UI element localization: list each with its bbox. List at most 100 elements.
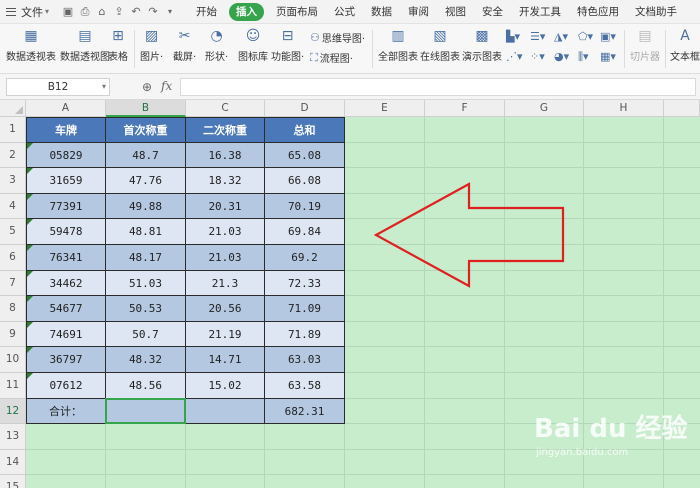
tab-developer[interactable]: 开发工具	[511, 3, 569, 21]
demo-charts-button[interactable]: ▩ 演示图表	[462, 28, 502, 63]
online-charts-button[interactable]: ▧ 在线图表	[420, 28, 460, 63]
table-cell-sum[interactable]: 66.08	[265, 168, 345, 194]
row-header-5[interactable]: 5	[0, 219, 26, 245]
row-header-4[interactable]: 4	[0, 193, 26, 220]
shapes-button[interactable]: ◔ 形状·	[205, 28, 228, 63]
table-cell-sum[interactable]: 72.33	[265, 270, 345, 297]
table-cell-first-weight[interactable]: 50.7	[106, 321, 186, 348]
screenshot-button[interactable]: ✂ 截屏·	[173, 28, 196, 63]
table-cell-sum[interactable]: 63.58	[265, 373, 345, 399]
file-menu[interactable]: 文件 ▾	[0, 4, 58, 20]
bar-chart-button[interactable]: ☰▾	[530, 30, 545, 43]
table-cell-first-weight[interactable]: 48.56	[106, 373, 186, 399]
icon-library-button[interactable]: ☺ 图标库	[238, 28, 268, 63]
pivot-table-button[interactable]: ▦ 数据透视表	[6, 28, 56, 63]
table-cell-second-weight[interactable]: 14.71	[186, 347, 265, 373]
redo-icon[interactable]: ↷	[147, 5, 159, 18]
line-chart-button[interactable]: ⋰▾	[506, 50, 523, 63]
row-header-1[interactable]: 1	[0, 117, 26, 143]
radar-chart-button[interactable]: ⬠▾	[578, 30, 593, 43]
table-cell-first-weight[interactable]: 51.03	[106, 270, 186, 297]
table-cell-plate[interactable]: 74691	[26, 321, 106, 348]
column-header-g[interactable]: G	[505, 100, 584, 117]
table-cell-first-weight[interactable]: 48.32	[106, 347, 186, 373]
column-header-a[interactable]: A	[26, 100, 106, 117]
selected-cell-outline[interactable]	[105, 397, 186, 425]
table-cell-second-weight[interactable]: 21.19	[186, 321, 265, 348]
combo-chart-button[interactable]: ▦▾	[600, 50, 616, 63]
dropdown-icon[interactable]: ▾	[164, 7, 176, 16]
table-cell-first-weight[interactable]: 49.88	[106, 193, 186, 220]
format-painter-icon[interactable]: ⌂	[96, 5, 108, 18]
total-cell-plate[interactable]: 合计：	[26, 398, 106, 425]
column-chart-button[interactable]: ▙▾	[506, 30, 520, 43]
stock-chart-button[interactable]: ⫼▾	[578, 50, 589, 64]
column-header-d[interactable]: D	[265, 100, 345, 117]
all-charts-button[interactable]: ▥ 全部图表	[378, 28, 418, 63]
row-header-11[interactable]: 11	[0, 373, 26, 399]
tab-security[interactable]: 安全	[474, 3, 511, 21]
other-chart-button[interactable]: ▣▾	[600, 30, 616, 43]
column-header-b[interactable]: B	[106, 100, 186, 117]
table-header-second-weight[interactable]: 二次称重	[186, 117, 265, 143]
slicer-button[interactable]: ▤ 切片器	[630, 28, 660, 63]
table-cell-second-weight[interactable]: 18.32	[186, 168, 265, 194]
column-header-c[interactable]: C	[186, 100, 265, 117]
textbox-button[interactable]: A 文本框	[670, 28, 700, 63]
table-header-sum[interactable]: 总和	[265, 117, 345, 143]
table-cell-plate[interactable]: 54677	[26, 296, 106, 322]
total-cell-second-weight[interactable]	[186, 398, 265, 425]
tab-doc-assistant[interactable]: 文档助手	[627, 3, 685, 21]
picture-button[interactable]: ▨ 图片·	[140, 28, 163, 63]
tab-special-apps[interactable]: 特色应用	[569, 3, 627, 21]
tab-home[interactable]: 开始	[188, 3, 225, 21]
row-header-9[interactable]: 9	[0, 321, 26, 348]
save-icon[interactable]: ▣	[62, 5, 74, 18]
pivot-chart-button[interactable]: ▤ 数据透视图	[60, 28, 110, 63]
table-cell-first-weight[interactable]: 48.17	[106, 245, 186, 271]
tab-review[interactable]: 审阅	[400, 3, 437, 21]
table-header-plate[interactable]: 车牌	[26, 117, 106, 143]
column-header-h[interactable]: H	[584, 100, 664, 117]
table-cell-sum[interactable]: 69.84	[265, 219, 345, 245]
table-cell-plate[interactable]: 59478	[26, 219, 106, 245]
function-chart-button[interactable]: ⊟ 功能图·	[271, 28, 304, 63]
total-cell-sum[interactable]: 682.31	[265, 398, 345, 425]
table-cell-plate[interactable]: 36797	[26, 347, 106, 373]
table-cell-first-weight[interactable]: 48.81	[106, 219, 186, 245]
zoom-formula-icon[interactable]: ⊕	[142, 80, 152, 94]
table-cell-first-weight[interactable]: 48.7	[106, 142, 186, 169]
table-cell-plate[interactable]: 76341	[26, 245, 106, 271]
row-header-8[interactable]: 8	[0, 296, 26, 322]
row-header-12[interactable]: 12	[0, 398, 26, 425]
row-header-10[interactable]: 10	[0, 347, 26, 373]
export-icon[interactable]: ⇪	[113, 5, 125, 18]
table-cell-plate[interactable]: 77391	[26, 193, 106, 220]
table-header-first-weight[interactable]: 首次称重	[106, 117, 186, 143]
row-header-3[interactable]: 3	[0, 168, 26, 194]
area-chart-button[interactable]: ◮▾	[554, 30, 568, 43]
table-cell-second-weight[interactable]: 21.3	[186, 270, 265, 297]
formula-input[interactable]	[180, 78, 696, 96]
tab-view[interactable]: 视图	[437, 3, 474, 21]
row-header-2[interactable]: 2	[0, 142, 26, 169]
flowchart-button[interactable]: ⛶ 流程图·	[310, 50, 353, 66]
select-all-corner[interactable]	[0, 100, 26, 117]
table-cell-second-weight[interactable]: 15.02	[186, 373, 265, 399]
table-cell-sum[interactable]: 69.2	[265, 245, 345, 271]
table-cell-second-weight[interactable]: 16.38	[186, 142, 265, 169]
fx-icon[interactable]: fx	[161, 79, 172, 93]
table-cell-sum[interactable]: 63.03	[265, 347, 345, 373]
undo-icon[interactable]: ↶	[130, 5, 142, 18]
tab-page-layout[interactable]: 页面布局	[268, 3, 326, 21]
table-cell-second-weight[interactable]: 20.31	[186, 193, 265, 220]
table-cell-first-weight[interactable]: 50.53	[106, 296, 186, 322]
row-header-13[interactable]: 13	[0, 424, 26, 450]
table-cell-sum[interactable]: 65.08	[265, 142, 345, 169]
mindmap-button[interactable]: ⚇ 思维导图·	[310, 30, 365, 45]
tab-formulas[interactable]: 公式	[326, 3, 363, 21]
table-cell-sum[interactable]: 71.09	[265, 296, 345, 322]
print-icon[interactable]: ⎙	[79, 5, 91, 19]
table-cell-plate[interactable]: 05829	[26, 142, 106, 169]
table-button[interactable]: ⊞ 表格	[108, 28, 128, 63]
